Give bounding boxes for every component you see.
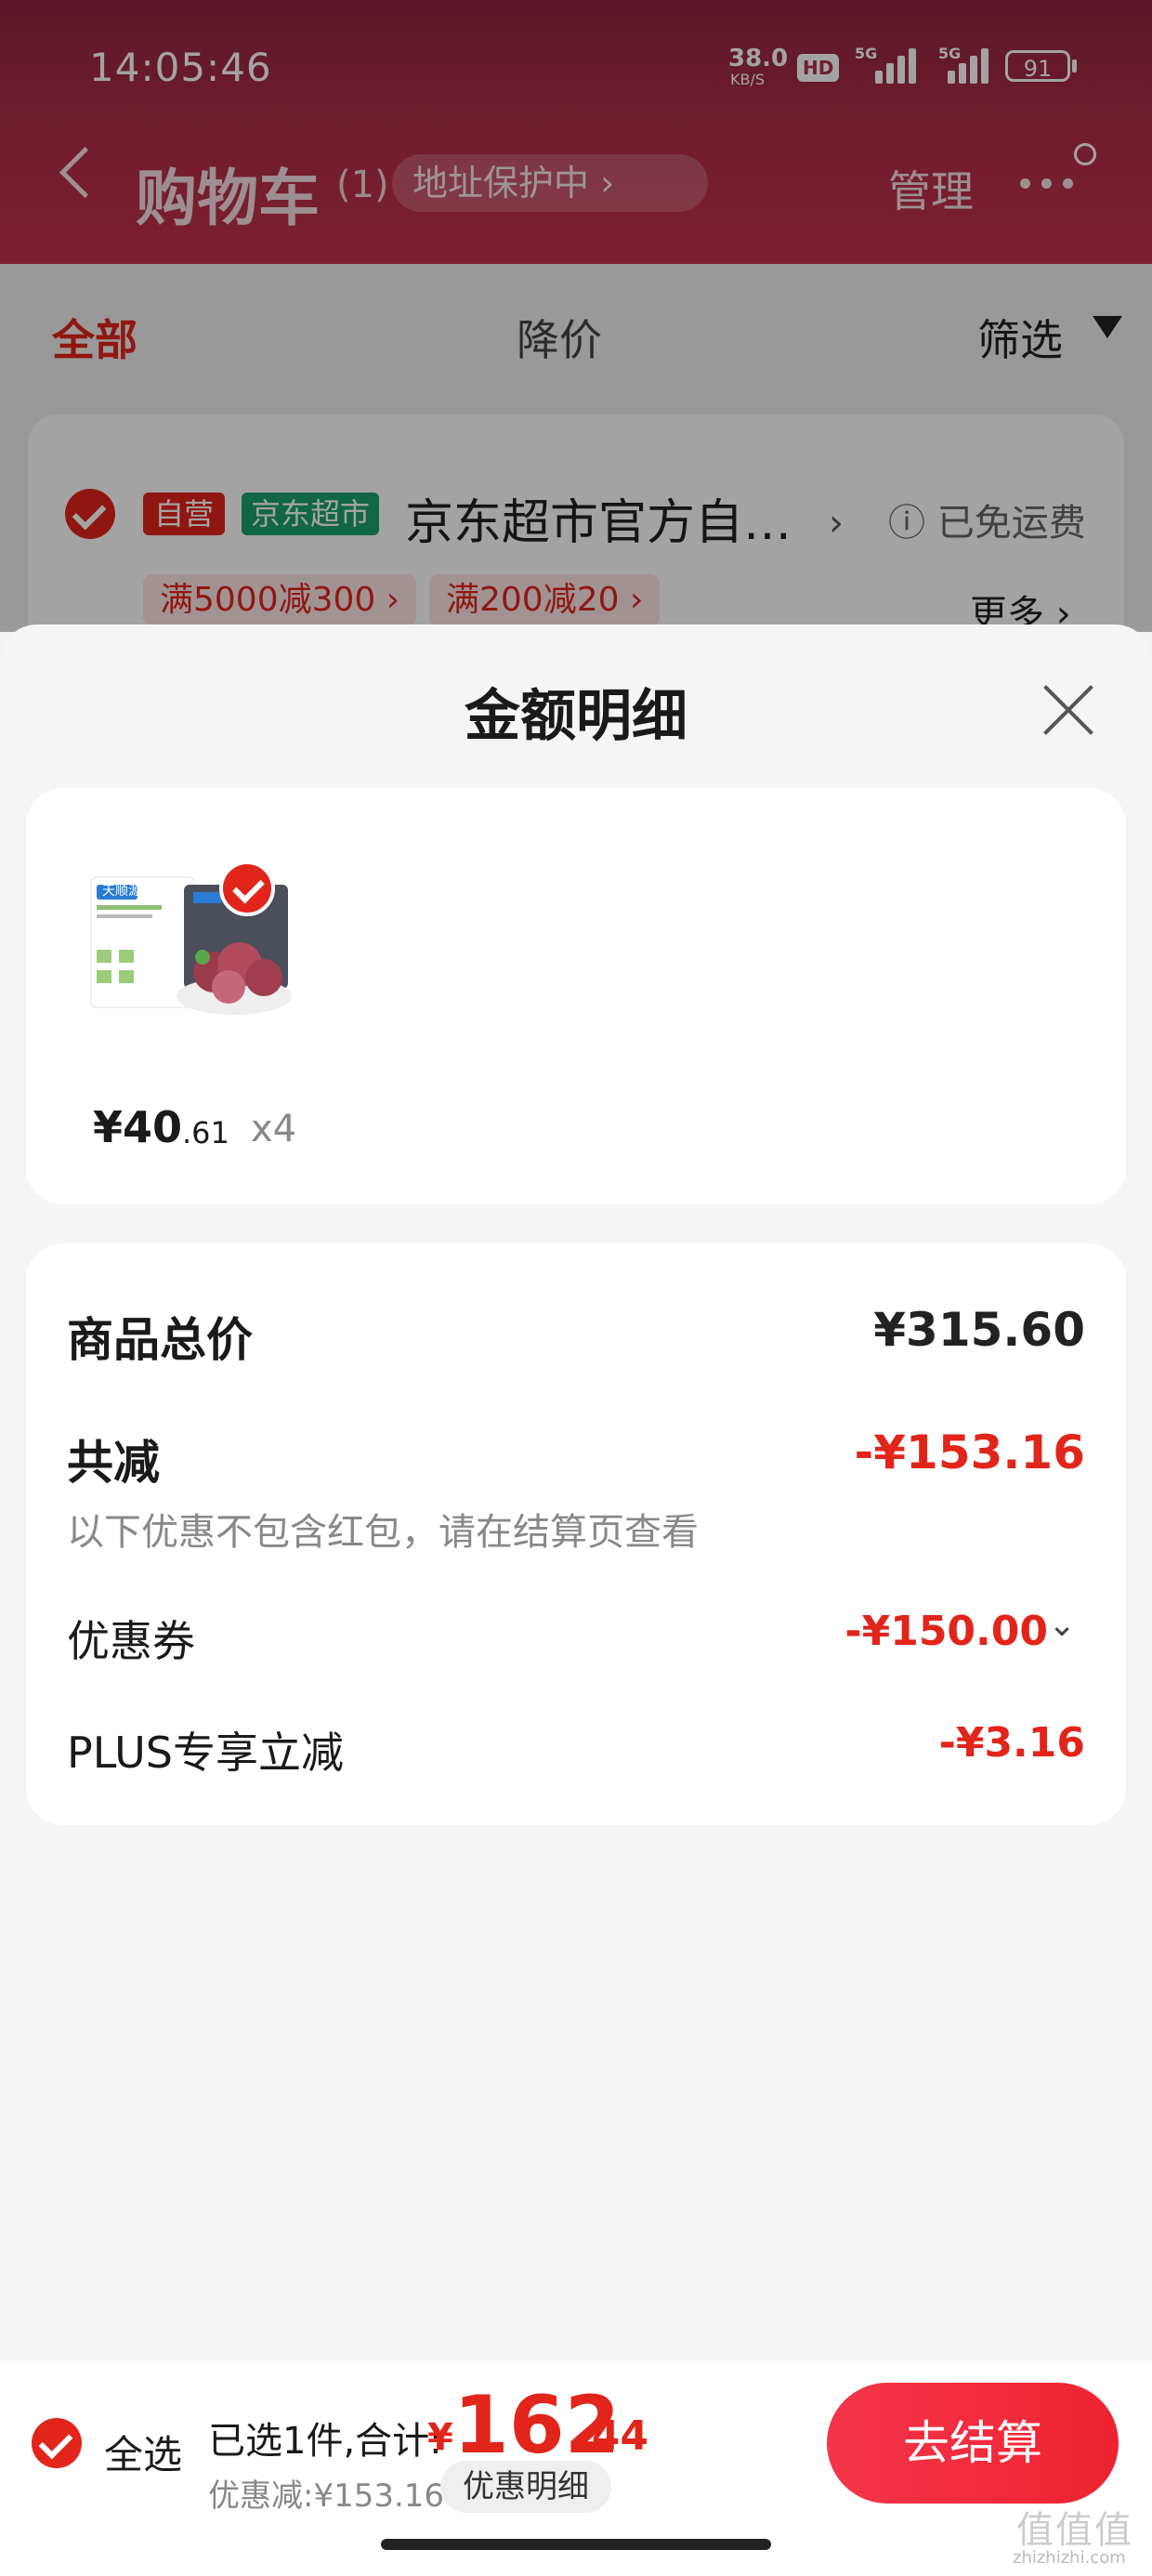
- coupon-value[interactable]: -¥150.00: [844, 1608, 1048, 1655]
- close-icon[interactable]: [1041, 682, 1094, 736]
- home-indicator[interactable]: [381, 2539, 771, 2550]
- checkout-button[interactable]: 去结算: [827, 2383, 1119, 2504]
- watermark-url: zhizhizhi.com: [1013, 2548, 1126, 2568]
- discount-hint: 以下优惠不包含红包，请在结算页查看: [67, 1511, 699, 1554]
- total-reduction-value: -¥153.16: [854, 1426, 1086, 1479]
- product-quantity: x4: [251, 1108, 297, 1150]
- product-brand-text: 天顺源: [102, 884, 141, 899]
- sheet-title: 金额明细: [465, 684, 687, 749]
- select-all-check-icon[interactable]: [32, 2418, 82, 2468]
- product-price: ¥40: [93, 1102, 183, 1152]
- coupon-chevron-icon[interactable]: ⌄: [1048, 1606, 1076, 1644]
- product-price-cents: .61: [182, 1115, 229, 1150]
- total-price-value: ¥315.60: [873, 1303, 1085, 1357]
- select-all-label[interactable]: 全选: [104, 2424, 182, 2480]
- discount-detail-button[interactable]: 优惠明细: [440, 2461, 611, 2513]
- watermark-logo: 值值值: [1016, 2509, 1133, 2552]
- plus-discount-label: PLUS专享立减: [67, 1728, 344, 1778]
- plus-discount-value: -¥3.16: [938, 1719, 1085, 1767]
- total-price-label: 商品总价: [67, 1313, 253, 1367]
- coupon-label: 优惠券: [67, 1616, 195, 1666]
- total-reduction-label: 共减: [67, 1436, 160, 1490]
- selected-summary: 已选1件,合计:: [208, 2420, 442, 2463]
- total-amount-cents: .44: [576, 2412, 648, 2460]
- product-check-icon[interactable]: [219, 861, 275, 916]
- discount-summary: 优惠减:¥153.16: [208, 2477, 445, 2515]
- dim-overlay[interactable]: [0, 0, 1152, 632]
- total-currency: ¥: [427, 2416, 453, 2459]
